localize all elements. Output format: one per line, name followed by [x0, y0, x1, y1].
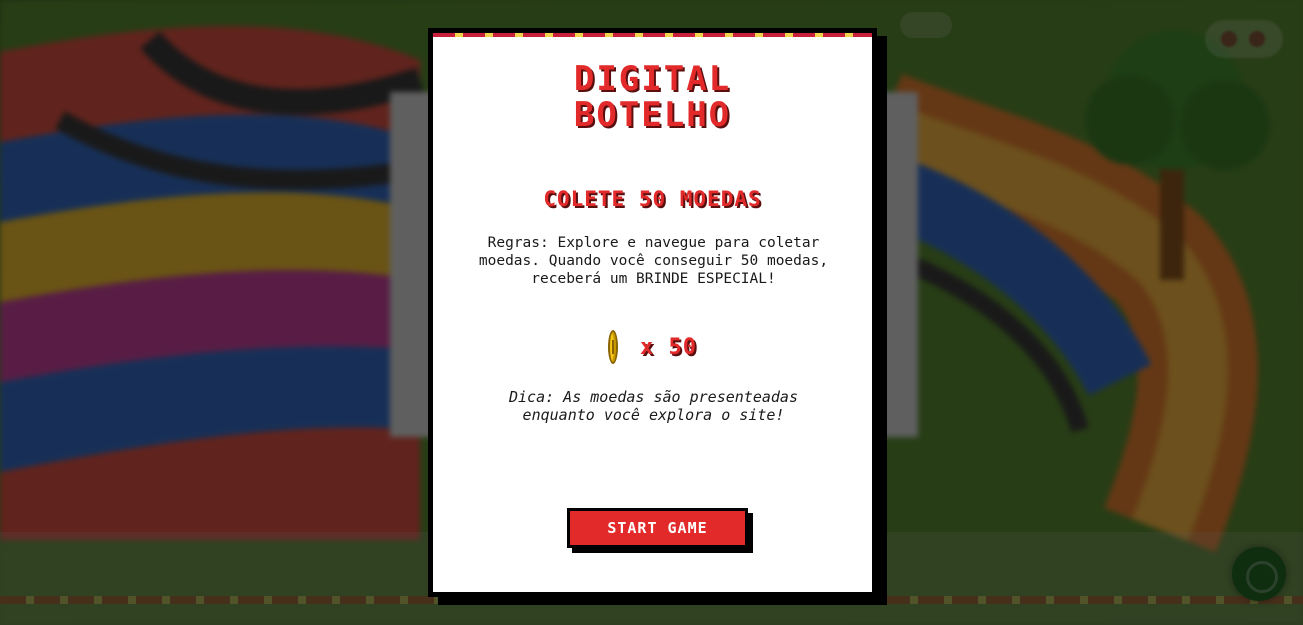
start-game-modal: DIGITAL BOTELHO COLETE 50 MOEDAS Regras:… — [428, 28, 877, 597]
game-title: DIGITAL BOTELHO — [433, 61, 872, 133]
game-title-line1: DIGITAL — [573, 59, 732, 99]
coin-icon — [608, 330, 618, 364]
game-title-line2: BOTELHO — [573, 95, 732, 135]
modal-content: DIGITAL BOTELHO COLETE 50 MOEDAS Regras:… — [433, 33, 872, 592]
goal-heading: COLETE 50 MOEDAS — [543, 187, 762, 211]
tip-text: Dica: As moedas são presenteadas enquant… — [509, 388, 798, 424]
modal-top-border — [433, 33, 872, 37]
coin-count: x 50 — [640, 334, 697, 360]
coin-goal: x 50 — [433, 329, 872, 365]
rules-text: Regras: Explore e navegue para coletar m… — [478, 235, 829, 287]
start-game-button[interactable]: START GAME — [567, 508, 748, 548]
